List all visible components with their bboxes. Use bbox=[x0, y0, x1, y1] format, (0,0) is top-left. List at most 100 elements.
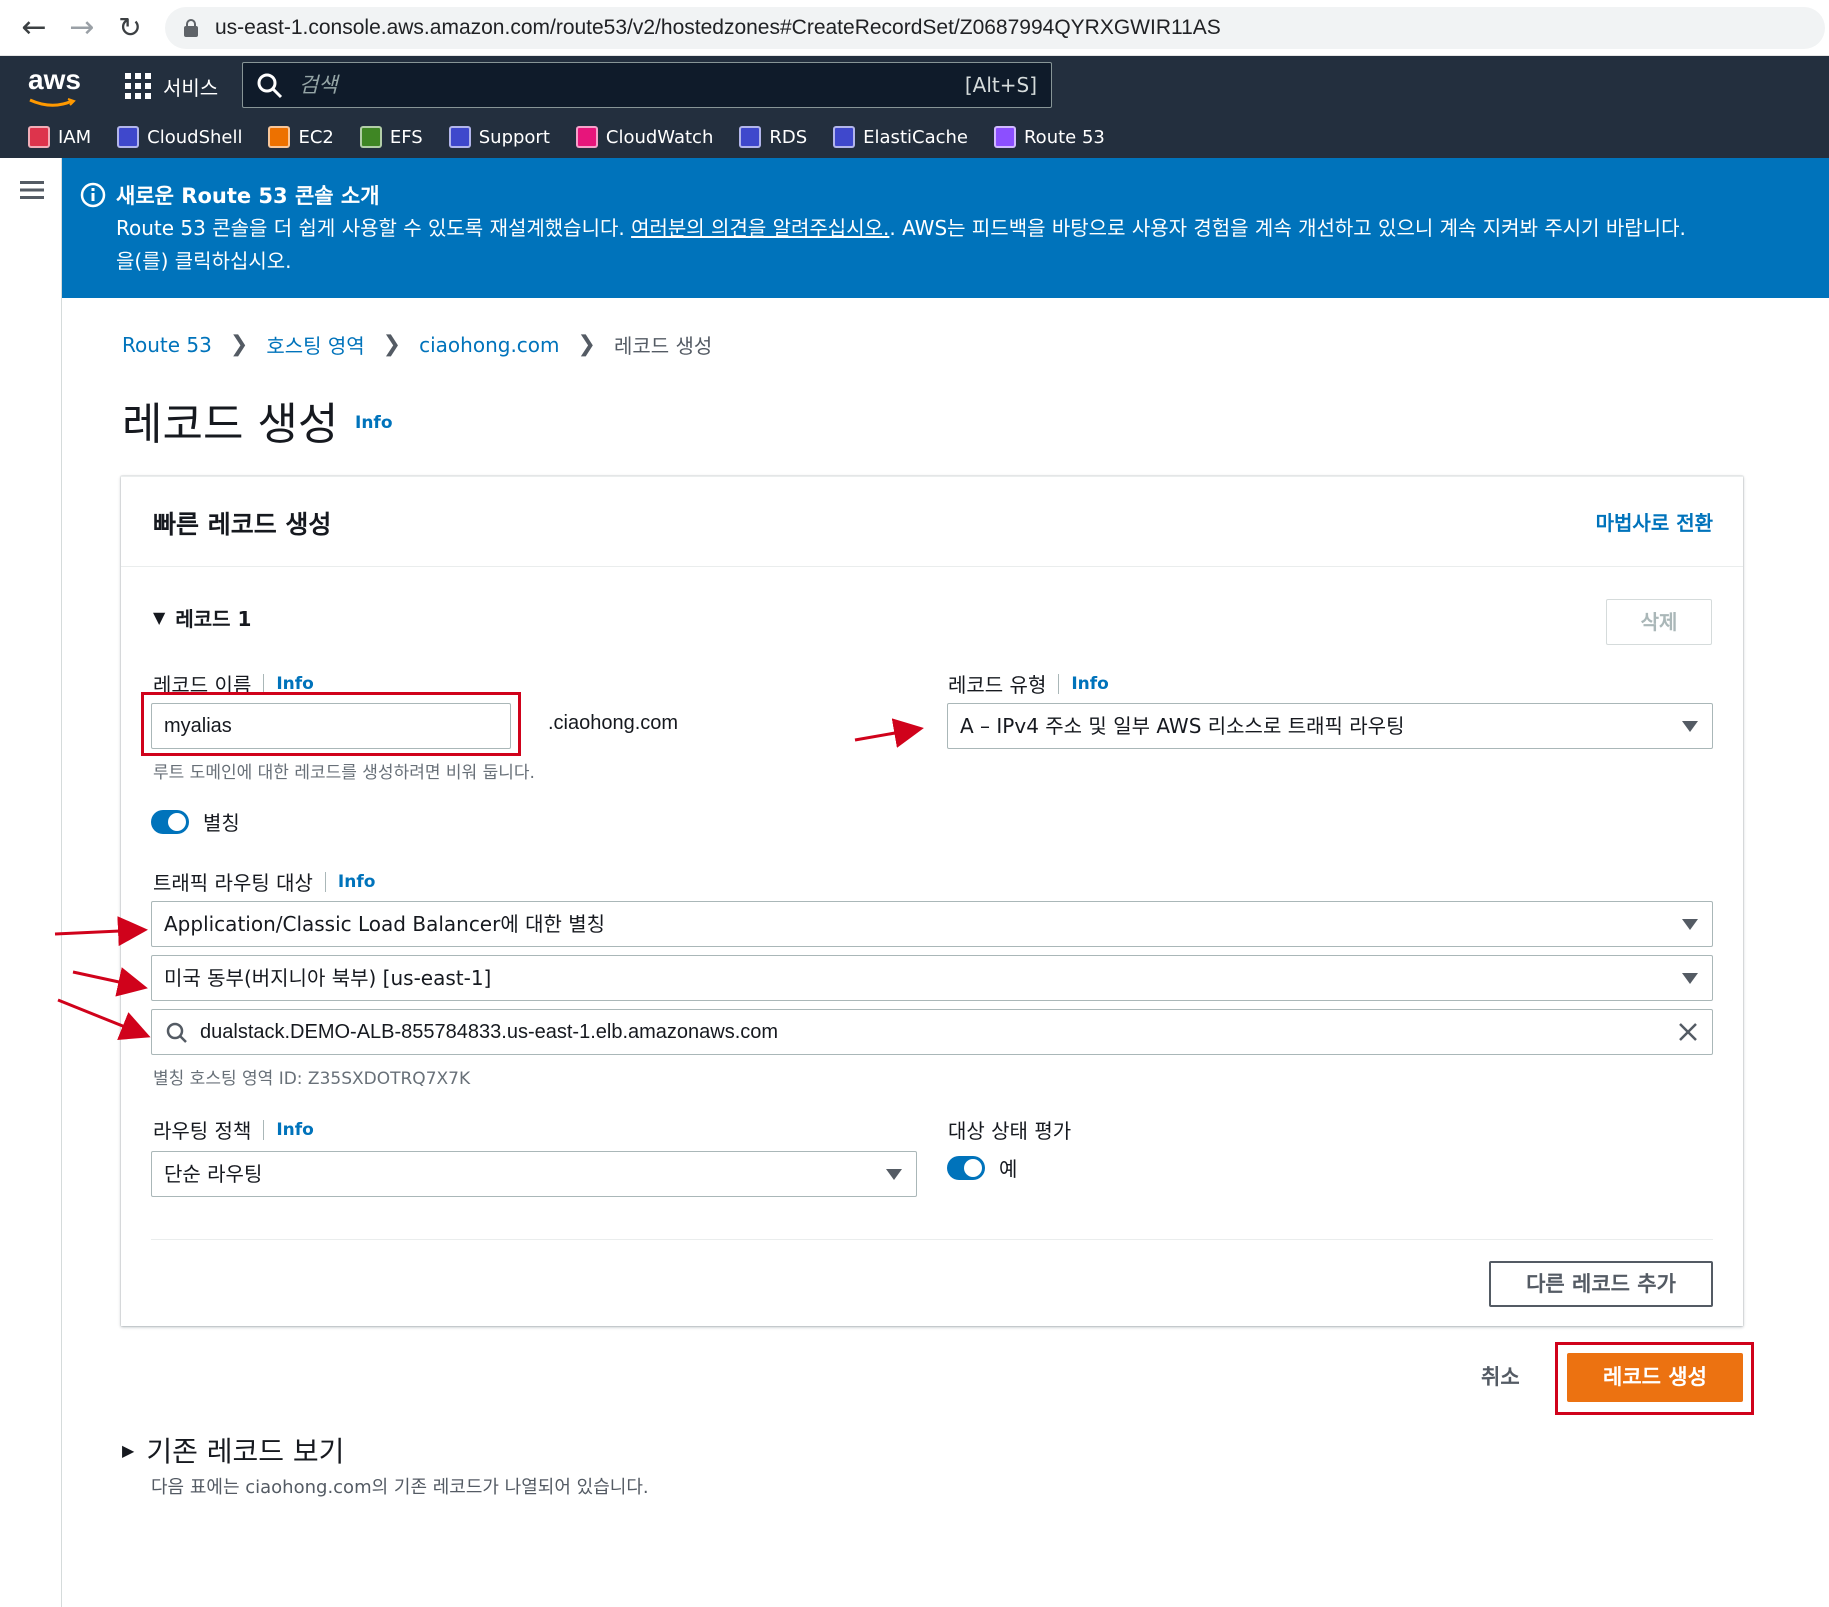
hamburger-menu-icon[interactable] bbox=[20, 180, 44, 200]
aws-logo[interactable]: aws bbox=[28, 64, 81, 96]
add-another-record-button[interactable]: 다른 레코드 추가 bbox=[1489, 1261, 1713, 1307]
record-name-input[interactable]: myalias bbox=[151, 703, 511, 749]
caret-down-icon bbox=[886, 1169, 902, 1180]
shortcut-route53[interactable]: Route 53 bbox=[993, 126, 1105, 148]
record-type-info-link[interactable]: Info bbox=[1071, 674, 1109, 694]
view-existing-records-expander[interactable]: ▶ 기존 레코드 보기 bbox=[122, 1430, 344, 1470]
evaluate-health-value: 예 bbox=[999, 1157, 1018, 1181]
switch-to-wizard-link[interactable]: 마법사로 전환 bbox=[1596, 507, 1713, 536]
grid-icon bbox=[125, 73, 151, 99]
page-info-link[interactable]: Info bbox=[355, 413, 393, 433]
evaluate-health-toggle[interactable] bbox=[947, 1155, 985, 1180]
side-navigation-rail bbox=[0, 158, 62, 1607]
container-header: 빠른 레코드 생성 마법사로 전환 bbox=[121, 477, 1743, 567]
endpoint-type-value: Application/Classic Load Balancer에 대한 별칭 bbox=[164, 912, 606, 936]
alias-toggle-row: 별칭 bbox=[151, 807, 240, 836]
domain-suffix: .ciaohong.com bbox=[548, 712, 679, 734]
delete-button[interactable]: 삭제 bbox=[1606, 599, 1712, 645]
search-input[interactable]: 검색 [Alt+S] bbox=[242, 62, 1052, 108]
chevron-right-icon: ❯ bbox=[382, 332, 402, 357]
lock-icon bbox=[184, 19, 198, 37]
reload-icon[interactable]: ↻ bbox=[110, 8, 150, 48]
cancel-button[interactable]: 취소 bbox=[1481, 1361, 1520, 1391]
search-placeholder: 검색 bbox=[299, 73, 338, 97]
routing-policy-info-link[interactable]: Info bbox=[276, 1120, 314, 1140]
routing-policy-value: 단순 라우팅 bbox=[164, 1162, 263, 1186]
back-arrow-icon[interactable]: ← bbox=[14, 8, 54, 48]
evaluate-health-row: 예 bbox=[947, 1153, 1017, 1182]
shortcut-cloudwatch[interactable]: CloudWatch bbox=[575, 126, 713, 148]
quick-create-container: 빠른 레코드 생성 마법사로 전환 ▼ 레코드 1 삭제 레코드 이름 Info… bbox=[121, 476, 1743, 1326]
aws-console-header: aws 서비스 검색 [Alt+S] IAM CloudShell EC2 EF… bbox=[0, 56, 1829, 158]
banner-text-line2: 을(를) 클릭하십시오. bbox=[116, 249, 292, 273]
record-type-label-row: 레코드 유형 Info bbox=[948, 669, 1109, 698]
clear-icon[interactable] bbox=[1678, 1022, 1698, 1042]
support-icon bbox=[448, 126, 471, 148]
shortcut-cloudshell[interactable]: CloudShell bbox=[117, 126, 242, 148]
shortcut-label: Route 53 bbox=[1023, 126, 1105, 148]
caret-down-icon bbox=[1682, 919, 1698, 930]
alias-zone-id-hint: 별칭 호스팅 영역 ID: Z35SXDOTRQ7X7K bbox=[153, 1069, 471, 1089]
search-icon bbox=[166, 1022, 187, 1043]
feedback-link[interactable]: 여러분의 의견을 알려주십시오. bbox=[631, 216, 889, 240]
target-info-link[interactable]: Info bbox=[338, 872, 376, 892]
search-shortcut-hint: [Alt+S] bbox=[964, 73, 1037, 97]
shortcut-label: Support bbox=[478, 126, 550, 148]
alias-label: 별칭 bbox=[203, 811, 240, 835]
breadcrumb-zone[interactable]: ciaohong.com bbox=[419, 333, 559, 357]
services-label: 서비스 bbox=[163, 75, 219, 100]
existing-records-title: 기존 레코드 보기 bbox=[146, 1435, 345, 1468]
load-balancer-input[interactable]: dualstack.DEMO-ALB-855784833.us-east-1.e… bbox=[151, 1009, 1713, 1055]
forward-arrow-icon[interactable]: → bbox=[62, 8, 102, 48]
region-select[interactable]: 미국 동부(버지니아 북부) [us-east-1] bbox=[151, 955, 1713, 1001]
routing-policy-label: 라우팅 정책 bbox=[153, 1119, 252, 1143]
record-type-select[interactable]: A – IPv4 주소 및 일부 AWS 리소스로 트래픽 라우팅 bbox=[947, 703, 1713, 749]
divider bbox=[1058, 673, 1060, 694]
create-records-button[interactable]: 레코드 생성 bbox=[1567, 1353, 1743, 1402]
ec2-icon bbox=[268, 126, 291, 148]
chevron-right-icon: ❯ bbox=[229, 332, 249, 357]
banner-text: Route 53 콘솔을 더 쉽게 사용할 수 있도록 재설계했습니다. bbox=[116, 216, 632, 240]
rds-icon bbox=[739, 126, 762, 148]
favorites-bar: IAM CloudShell EC2 EFS Support CloudWatc… bbox=[28, 122, 1131, 152]
alias-toggle[interactable] bbox=[151, 809, 189, 834]
shortcut-label: IAM bbox=[58, 126, 92, 148]
shortcut-label: CloudShell bbox=[147, 126, 243, 148]
record-name-info-link[interactable]: Info bbox=[276, 674, 314, 694]
url-text: us-east-1.console.aws.amazon.com/route53… bbox=[215, 16, 1221, 39]
shortcut-label: RDS bbox=[769, 126, 808, 148]
info-circle-icon bbox=[80, 182, 106, 208]
divider bbox=[263, 1119, 265, 1140]
record-type-label: 레코드 유형 bbox=[948, 673, 1047, 697]
record-type-value: A – IPv4 주소 및 일부 AWS 리소스로 트래픽 라우팅 bbox=[960, 714, 1405, 738]
shortcut-efs[interactable]: EFS bbox=[359, 126, 423, 148]
breadcrumb-hosted-zones[interactable]: 호스팅 영역 bbox=[266, 330, 364, 359]
shortcut-support[interactable]: Support bbox=[448, 126, 550, 148]
caret-down-icon: ▼ bbox=[153, 608, 166, 627]
shortcut-label: EFS bbox=[389, 126, 423, 148]
page-title: 레코드 생성 bbox=[122, 399, 339, 450]
breadcrumb-route53[interactable]: Route 53 bbox=[122, 333, 212, 357]
container-title: 빠른 레코드 생성 bbox=[153, 510, 332, 539]
aws-smile-icon bbox=[29, 98, 76, 107]
load-balancer-value: dualstack.DEMO-ALB-855784833.us-east-1.e… bbox=[200, 1021, 779, 1043]
elasticache-icon bbox=[833, 126, 856, 148]
shortcut-label: EC2 bbox=[298, 126, 334, 148]
shortcut-rds[interactable]: RDS bbox=[739, 126, 807, 148]
shortcut-ec2[interactable]: EC2 bbox=[268, 126, 334, 148]
caret-down-icon bbox=[1682, 721, 1698, 732]
banner-body: Route 53 콘솔을 더 쉽게 사용할 수 있도록 재설계했습니다. 여러분… bbox=[116, 212, 1816, 278]
address-bar[interactable]: us-east-1.console.aws.amazon.com/route53… bbox=[165, 7, 1825, 49]
endpoint-type-select[interactable]: Application/Classic Load Balancer에 대한 별칭 bbox=[151, 901, 1713, 947]
shortcut-elasticache[interactable]: ElastiCache bbox=[833, 126, 968, 148]
shortcut-iam[interactable]: IAM bbox=[28, 126, 91, 148]
existing-records-description: 다음 표에는 ciaohong.com의 기존 레코드가 나열되어 있습니다. bbox=[151, 1477, 649, 1498]
divider bbox=[324, 871, 326, 892]
divider bbox=[151, 1239, 1713, 1240]
services-menu-button[interactable]: 서비스 bbox=[125, 68, 218, 104]
target-label-row: 트래픽 라우팅 대상 Info bbox=[153, 867, 375, 896]
caret-right-icon: ▶ bbox=[122, 1440, 135, 1460]
routing-policy-select[interactable]: 단순 라우팅 bbox=[151, 1151, 917, 1197]
target-label: 트래픽 라우팅 대상 bbox=[153, 871, 313, 895]
record-1-expander[interactable]: ▼ 레코드 1 bbox=[153, 603, 251, 632]
